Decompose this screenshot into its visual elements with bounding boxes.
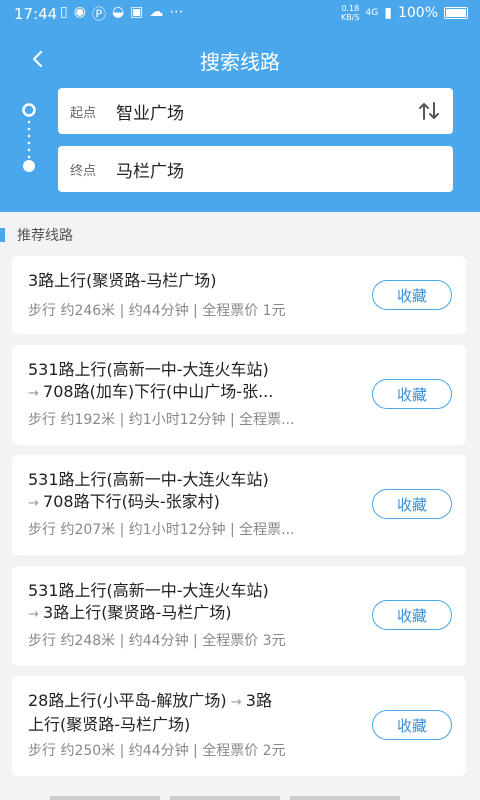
route-title: 531路上行(高新一中-大连火车站) → 708路(加车)下行(中山广场-张..… xyxy=(28,360,274,401)
p-app-icon: Ⓟ xyxy=(91,7,106,23)
transfer-arrow-icon: → xyxy=(28,386,44,401)
end-input[interactable]: 终点 马栏广场 xyxy=(58,146,453,192)
favorite-button[interactable]: 收藏 xyxy=(372,489,452,519)
route-meta: 步行 约248米 | 约44分钟 | 全程票价 3元 xyxy=(28,633,286,649)
network-speed: 0.18 KB/S xyxy=(341,4,360,22)
vibrate-icon: ▯ xyxy=(60,4,68,20)
bottom-tab-hint xyxy=(0,796,480,800)
start-label: 起点 xyxy=(70,105,97,121)
route-title: 531路上行(高新一中-大连火车站) → 708路下行(码头-张家村) xyxy=(28,470,269,511)
route-title: 531路上行(高新一中-大连火车站) → 3路上行(聚贤路-马栏广场) xyxy=(28,581,269,622)
status-bar: 17:44 ▯ ◉ Ⓟ ◒ ▣ ☁ ⋯ 0.18 KB/S 4G ▮ 100% xyxy=(0,0,480,28)
status-notification-icons: ▯ ◉ Ⓟ ◒ ▣ ☁ ⋯ xyxy=(60,4,183,24)
favorite-button[interactable]: 收藏 xyxy=(372,280,452,310)
chat-app-icon: ▣ xyxy=(130,4,144,20)
route-meta: 步行 约207米 | 约1小时12分钟 | 全程票... xyxy=(28,522,295,538)
start-value: 智业广场 xyxy=(116,103,184,124)
favorite-button[interactable]: 收藏 xyxy=(372,710,452,740)
route-card[interactable]: 531路上行(高新一中-大连火车站) → 708路下行(码头-张家村) 步行 约… xyxy=(12,455,466,555)
route-meta: 步行 约192米 | 约1小时12分钟 | 全程票... xyxy=(28,412,295,428)
end-value: 马栏广场 xyxy=(116,161,184,182)
favorite-button[interactable]: 收藏 xyxy=(372,600,452,630)
route-meta: 步行 约246米 | 约44分钟 | 全程票价 1元 xyxy=(28,303,286,319)
signal-icon: ▮ xyxy=(384,5,392,21)
battery-percent: 100% xyxy=(397,5,438,21)
swap-icon[interactable] xyxy=(417,100,441,122)
more-icon: ⋯ xyxy=(169,4,184,20)
transfer-arrow-icon: → xyxy=(28,496,44,511)
start-input[interactable]: 起点 智业广场 xyxy=(58,88,453,134)
header-background: 17:44 ▯ ◉ Ⓟ ◒ ▣ ☁ ⋯ 0.18 KB/S 4G ▮ 100% xyxy=(0,0,480,212)
route-title: 3路上行(聚贤路-马栏广场) xyxy=(28,271,217,290)
transfer-arrow-icon: → xyxy=(28,607,44,622)
favorite-button[interactable]: 收藏 xyxy=(372,379,452,409)
route-card[interactable]: 531路上行(高新一中-大连火车站) → 3路上行(聚贤路-马栏广场) 步行 约… xyxy=(12,566,466,666)
location-icon: ◉ xyxy=(73,4,86,20)
status-right: 0.18 KB/S 4G ▮ 100% xyxy=(341,4,468,22)
end-label: 终点 xyxy=(70,163,97,179)
cloud-icon: ☁ xyxy=(149,4,164,20)
route-card[interactable]: 3路上行(聚贤路-马栏广场) 步行 约246米 | 约44分钟 | 全程票价 1… xyxy=(12,256,466,334)
route-card[interactable]: 28路上行(小平岛-解放广场) → 3路 上行(聚贤路-马栏广场) 步行 约25… xyxy=(12,676,466,776)
section-title: 推荐线路 xyxy=(0,222,73,248)
route-title: 28路上行(小平岛-解放广场) → 3路 上行(聚贤路-马栏广场) xyxy=(28,691,272,734)
navbar: 搜索线路 xyxy=(0,36,480,80)
bird-app-icon: ◒ xyxy=(111,4,125,20)
battery-icon xyxy=(444,7,468,19)
page-title: 搜索线路 xyxy=(200,50,280,74)
route-dots-icon xyxy=(22,103,36,172)
route-meta: 步行 约250米 | 约44分钟 | 全程票价 2元 xyxy=(28,743,286,759)
status-time: 17:44 xyxy=(14,5,58,23)
transfer-arrow-icon: → xyxy=(226,695,246,710)
network-type: 4G xyxy=(365,8,379,18)
route-card[interactable]: 531路上行(高新一中-大连火车站) → 708路(加车)下行(中山广场-张..… xyxy=(12,345,466,445)
section-accent-bar xyxy=(0,228,5,242)
